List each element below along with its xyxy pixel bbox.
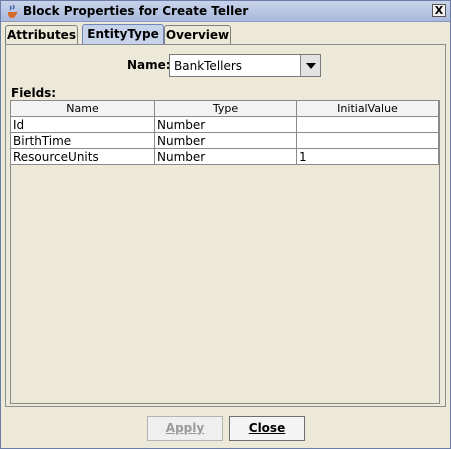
column-header-name[interactable]: Name (11, 101, 155, 116)
column-header-initialvalue[interactable]: InitialValue (297, 101, 439, 116)
name-label: Name: (127, 58, 171, 72)
tab-entitytype[interactable]: EntityType (82, 24, 164, 45)
close-window-button[interactable]: X (432, 4, 446, 17)
cell-initialvalue[interactable]: 1 (297, 149, 439, 165)
window-title: Block Properties for Create Teller (23, 4, 249, 18)
apply-label: Apply (165, 421, 205, 435)
tab-attributes[interactable]: Attributes (5, 25, 78, 44)
tab-label: Overview (165, 28, 230, 42)
cell-initialvalue[interactable] (297, 133, 439, 149)
name-value: BankTellers (174, 59, 243, 73)
cell-name[interactable]: ResourceUnits (11, 149, 155, 165)
cell-type[interactable]: Number (155, 133, 297, 149)
table-row[interactable]: ResourceUnits Number 1 (11, 149, 439, 165)
tab-label: EntityType (87, 27, 159, 41)
column-header-type[interactable]: Type (155, 101, 297, 116)
cell-name[interactable]: Id (11, 117, 155, 133)
java-cup-icon (8, 4, 18, 18)
table-row[interactable]: Id Number (11, 117, 439, 133)
tab-overview[interactable]: Overview (164, 25, 231, 44)
close-icon: X (434, 4, 444, 17)
cell-name[interactable]: BirthTime (11, 133, 155, 149)
close-label: Close (248, 421, 286, 435)
title-bar[interactable]: Block Properties for Create Teller X (1, 1, 450, 22)
button-bar: Apply Close (1, 410, 450, 448)
apply-button[interactable]: Apply (147, 416, 223, 441)
fields-table: Name Type InitialValue Id Number BirthTi… (10, 100, 440, 404)
table-header: Name Type InitialValue (11, 101, 439, 117)
fields-label: Fields: (11, 86, 57, 100)
cell-type[interactable]: Number (155, 117, 297, 133)
cell-initialvalue[interactable] (297, 117, 439, 133)
name-combobox[interactable]: BankTellers (169, 54, 321, 77)
close-button[interactable]: Close (229, 416, 305, 441)
dialog-window: Block Properties for Create Teller X Att… (0, 0, 451, 449)
tab-label: Attributes (7, 28, 76, 42)
table-row[interactable]: BirthTime Number (11, 133, 439, 149)
cell-type[interactable]: Number (155, 149, 297, 165)
chevron-down-icon[interactable] (300, 55, 320, 76)
